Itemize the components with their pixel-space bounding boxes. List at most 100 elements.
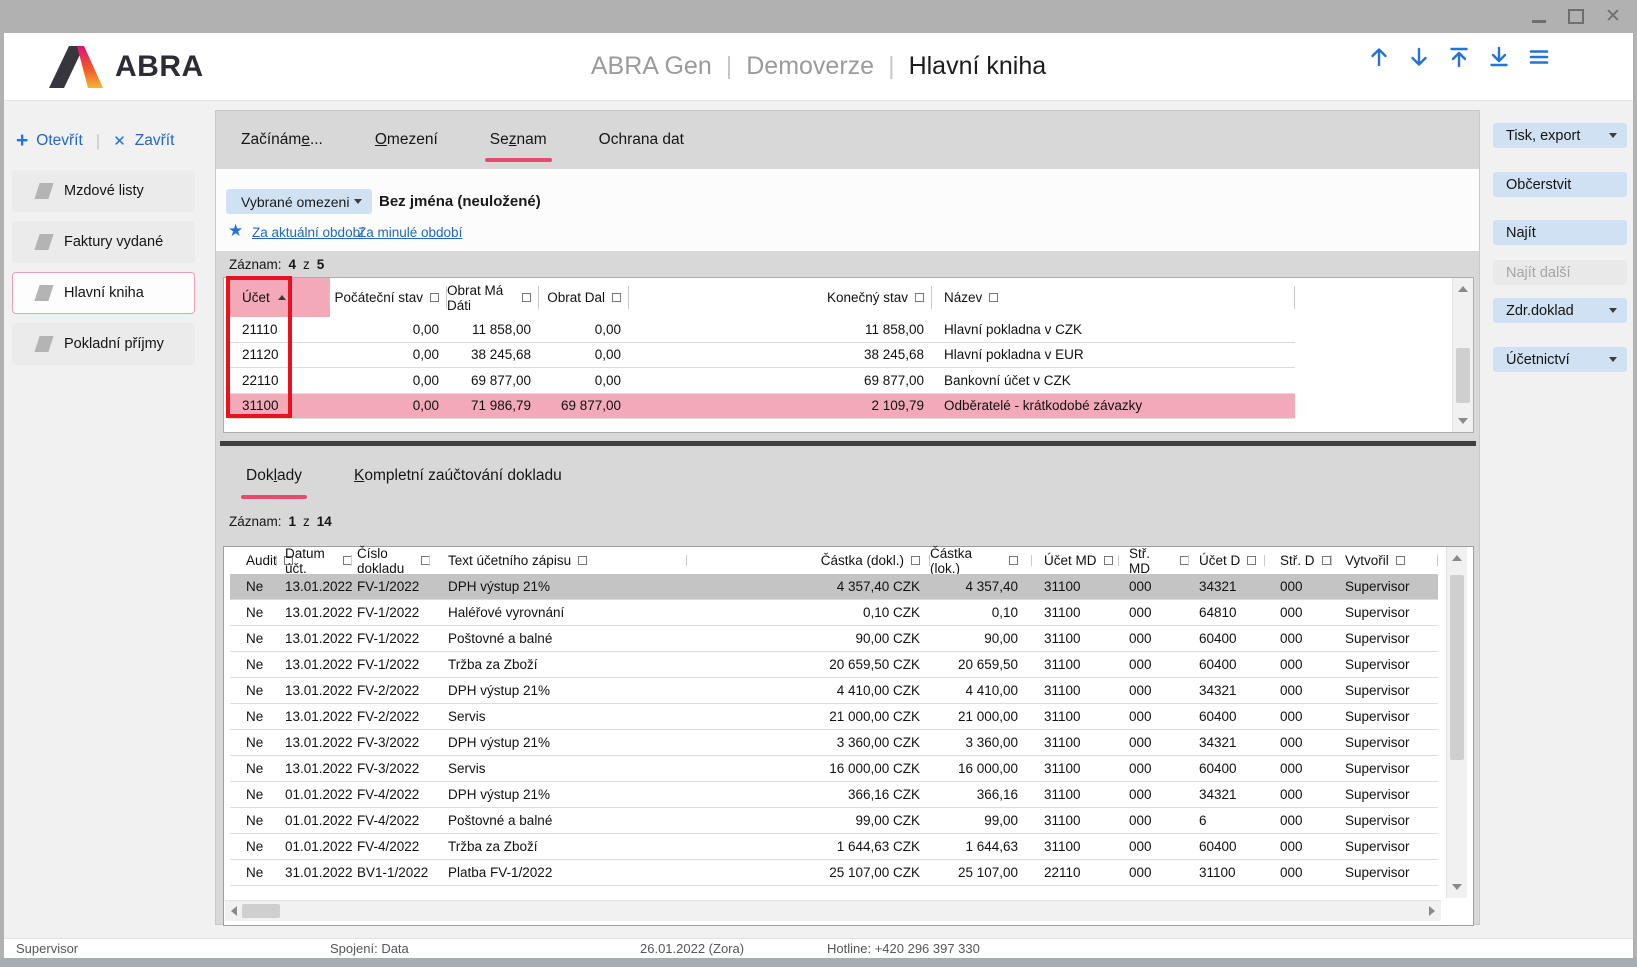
column-header-st-md[interactable]: Stř. MD <box>1119 547 1189 574</box>
column-filter-icon[interactable] <box>1104 556 1113 565</box>
column-label: Stř. D <box>1280 553 1315 568</box>
favorite-star-icon[interactable]: ★ <box>228 221 243 241</box>
close-icon[interactable]: ✕ <box>1605 9 1621 25</box>
table-row[interactable]: Ne13.01.2022FV-1/2022DPH výstup 21%4 357… <box>230 574 1438 600</box>
cell-et-d: 60400 <box>1189 626 1265 651</box>
column-filter-icon[interactable] <box>612 293 621 302</box>
record-sep: z <box>303 257 310 272</box>
sidebar-item-faktury-vydan[interactable]: Faktury vydané <box>12 221 195 263</box>
action-tisk-export[interactable]: Tisk, export <box>1493 123 1627 148</box>
table-row[interactable]: Ne01.01.2022FV-4/2022DPH výstup 21%366,1… <box>230 782 1438 808</box>
table-row[interactable]: Ne13.01.2022FV-3/2022Servis16 000,00 CZK… <box>230 756 1438 782</box>
cell-st-d: 000 <box>1265 678 1332 703</box>
arrow-up-icon[interactable] <box>1366 44 1392 70</box>
scroll-down-icon[interactable] <box>1452 884 1462 890</box>
sidebar-item-mzdov-listy[interactable]: Mzdové listy <box>12 170 195 212</box>
documents-vertical-scrollbar[interactable] <box>1446 547 1467 898</box>
action-zdr-doklad[interactable]: Zdr.doklad <box>1493 298 1627 323</box>
minimize-icon[interactable] <box>1531 9 1547 25</box>
column-header-datum-t[interactable]: Datum účt. <box>277 547 352 574</box>
cell-text-etn-ho-z-pisu: Servis <box>430 704 687 729</box>
column-header-n-zev[interactable]: Název <box>932 278 1295 317</box>
column-header-vytvo-il[interactable]: Vytvořil <box>1332 547 1438 574</box>
arrow-to-top-icon[interactable] <box>1446 44 1472 70</box>
action-etnictv[interactable]: Účetnictví <box>1493 347 1627 372</box>
maximize-icon[interactable] <box>1568 9 1584 25</box>
sidebar-item-label: Mzdové listy <box>64 183 144 199</box>
column-filter-icon[interactable] <box>1396 556 1405 565</box>
column-header-audit[interactable]: Audit <box>230 547 277 574</box>
column-filter-icon[interactable] <box>1009 556 1018 565</box>
column-header-et[interactable]: Účet <box>230 278 330 317</box>
table-row[interactable]: 211200,0038 245,680,0038 245,68Hlavní po… <box>230 343 1295 369</box>
arrow-to-bottom-icon[interactable] <box>1486 44 1512 70</box>
action-ob-erstvit[interactable]: Občerstvit <box>1493 172 1627 197</box>
column-header-stka-lok[interactable]: Částka (lok.) <box>930 547 1032 574</box>
table-row[interactable]: Ne13.01.2022FV-1/2022Poštovné a balné90,… <box>230 626 1438 652</box>
column-filter-icon[interactable] <box>1180 556 1189 565</box>
cell-po-te-n-stav: 0,00 <box>330 394 447 419</box>
cell-stka-lok: 366,16 <box>930 782 1032 807</box>
column-filter-icon[interactable] <box>578 556 587 565</box>
cell-et-md: 31100 <box>1032 652 1119 677</box>
table-row[interactable]: Ne13.01.2022FV-1/2022Haléřové vyrovnání0… <box>230 600 1438 626</box>
table-row[interactable]: Ne01.01.2022FV-4/2022Tržba za Zboží1 644… <box>230 834 1438 860</box>
column-header-obrat-dal[interactable]: Obrat Dal <box>539 278 629 317</box>
table-row[interactable]: Ne13.01.2022FV-2/2022Servis21 000,00 CZK… <box>230 704 1438 730</box>
scrollbar-thumb[interactable] <box>242 904 280 918</box>
link-previous-period[interactable]: Za minulé období <box>358 225 462 240</box>
column-header-kone-n-stav[interactable]: Konečný stav <box>629 278 932 317</box>
tab-za-n-me[interactable]: Začínáme... <box>233 111 331 169</box>
column-header-obrat-m-d-ti[interactable]: Obrat Má Dáti <box>447 278 539 317</box>
scroll-right-icon[interactable] <box>1429 906 1435 916</box>
column-filter-icon[interactable] <box>915 293 924 302</box>
column-label: Text účetního zápisu <box>448 553 571 568</box>
scroll-left-icon[interactable] <box>231 906 237 916</box>
column-header-slo-dokladu[interactable]: Číslo dokladu <box>352 547 430 574</box>
column-header-text-etn-ho-z-pisu[interactable]: Text účetního zápisu <box>430 547 687 574</box>
tab-seznam[interactable]: Seznam <box>482 111 555 169</box>
table-row[interactable]: 211100,0011 858,000,0011 858,00Hlavní po… <box>230 317 1295 343</box>
table-row[interactable]: 311000,0071 986,7969 877,002 109,79Odběr… <box>230 394 1295 420</box>
table-row[interactable]: Ne13.01.2022FV-1/2022Tržba za Zboží20 65… <box>230 652 1438 678</box>
tab-ochrana-dat[interactable]: Ochrana dat <box>591 111 692 169</box>
documents-horizontal-scrollbar[interactable] <box>225 900 1441 921</box>
link-current-period[interactable]: Za aktuální období <box>252 225 364 240</box>
column-filter-icon[interactable] <box>911 556 920 565</box>
menu-icon[interactable] <box>1526 44 1552 70</box>
tab-kompletn-za-tov-n-dokladu[interactable]: Kompletní zaúčtování dokladu <box>346 446 570 506</box>
scroll-up-icon[interactable] <box>1458 286 1468 292</box>
column-filter-icon[interactable] <box>421 556 430 565</box>
column-filter-icon[interactable] <box>989 293 998 302</box>
tab-doklady[interactable]: Doklady <box>238 446 310 506</box>
column-filter-icon[interactable] <box>522 293 531 302</box>
table-row[interactable]: Ne13.01.2022FV-3/2022DPH výstup 21%3 360… <box>230 730 1438 756</box>
accounts-vertical-scrollbar[interactable] <box>1452 278 1473 432</box>
open-button[interactable]: Otevřít <box>36 132 83 150</box>
close-button[interactable]: Zavřít <box>135 132 175 150</box>
scrollbar-thumb[interactable] <box>1456 348 1470 403</box>
column-header-stka-dokl[interactable]: Částka (dokl.) <box>687 547 930 574</box>
action-naj-t[interactable]: Najít <box>1493 220 1627 245</box>
column-filter-icon[interactable] <box>1322 556 1331 565</box>
sidebar-item-pokladn-p-jmy[interactable]: Pokladní příjmy <box>12 323 195 365</box>
tab-omezen[interactable]: Omezení <box>367 111 446 169</box>
table-row[interactable]: 221100,0069 877,000,0069 877,00Bankovní … <box>230 368 1295 394</box>
column-filter-icon[interactable] <box>1247 556 1256 565</box>
scroll-up-icon[interactable] <box>1452 555 1462 561</box>
scroll-down-icon[interactable] <box>1458 418 1468 424</box>
table-row[interactable]: Ne01.01.2022FV-4/2022Poštovné a balné99,… <box>230 808 1438 834</box>
scrollbar-thumb[interactable] <box>1450 575 1464 760</box>
column-filter-icon[interactable] <box>343 556 352 565</box>
column-header-et-d[interactable]: Účet D <box>1189 547 1265 574</box>
column-header-po-te-n-stav[interactable]: Počáteční stav <box>330 278 447 317</box>
sidebar-item-hlavn-kniha[interactable]: Hlavní kniha <box>12 272 195 314</box>
table-row[interactable]: Ne31.01.2022BV1-1/2022Platba FV-1/202225… <box>230 860 1438 886</box>
table-row[interactable]: Ne13.01.2022FV-2/2022DPH výstup 21%4 410… <box>230 678 1438 704</box>
column-filter-icon[interactable] <box>430 293 439 302</box>
cell-et: 21110 <box>230 317 330 342</box>
column-header-st-d[interactable]: Stř. D <box>1265 547 1332 574</box>
column-header-et-md[interactable]: Účet MD <box>1032 547 1119 574</box>
limit-select-dropdown[interactable]: Vybrané omezeni <box>226 189 372 214</box>
arrow-down-icon[interactable] <box>1406 44 1432 70</box>
